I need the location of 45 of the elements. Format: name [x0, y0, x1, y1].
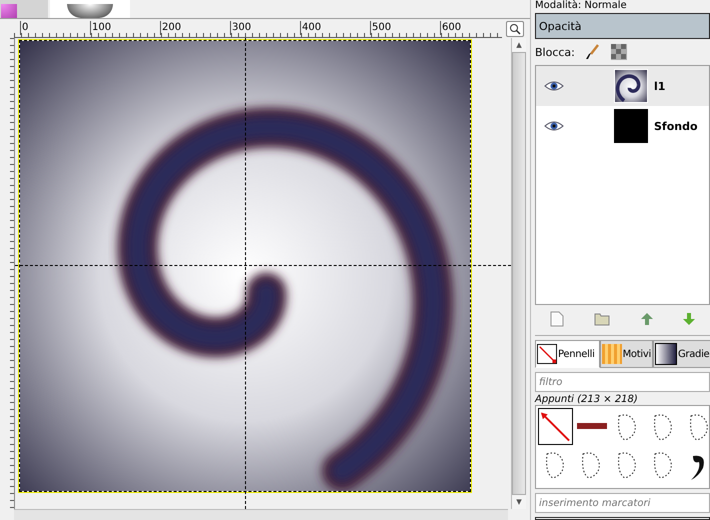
layer-name: Sfondo	[654, 120, 698, 132]
layer-name: l1	[654, 80, 666, 92]
layer-row[interactable]: Sfondo	[536, 106, 709, 146]
opacity-slider[interactable]: Opacità	[535, 13, 710, 39]
ruler-label: 600	[440, 21, 462, 35]
pattern-tab-icon	[602, 344, 622, 364]
gradient-tab-icon	[654, 343, 677, 365]
horizontal-scrollbar[interactable]	[14, 509, 508, 520]
image-tab[interactable]	[0, 0, 48, 18]
image-thumbnail	[1, 4, 17, 18]
brush-grid[interactable]	[535, 405, 710, 489]
ruler-label: 300	[230, 21, 252, 35]
scroll-up-button[interactable]: ▴	[512, 38, 526, 52]
brush-name: Appunti (213 × 218)	[535, 394, 639, 405]
folder-icon[interactable]	[594, 312, 610, 326]
lock-label: Blocca:	[535, 46, 575, 58]
horizontal-guide[interactable]	[15, 265, 511, 266]
ruler-label: 100	[90, 21, 112, 35]
dock-tab[interactable]: Pennelli	[535, 340, 600, 368]
up-arrow-icon[interactable]	[640, 313, 653, 325]
eye-icon[interactable]	[544, 80, 564, 92]
ruler-label: 500	[370, 21, 392, 35]
vertical-guide[interactable]	[245, 38, 246, 509]
mode-label: Modalità: Normale	[535, 0, 628, 12]
paintbrush-icon[interactable]	[584, 44, 601, 60]
ruler-label: 200	[160, 21, 182, 35]
brush-tab-icon	[537, 344, 557, 364]
layer-thumbnail	[614, 109, 648, 143]
filter-field[interactable]: filtro	[535, 372, 710, 392]
layer-thumbnail	[614, 69, 648, 103]
image-tab[interactable]	[50, 0, 130, 18]
ruler-label: 0	[20, 21, 28, 35]
image-thumbnail	[67, 4, 113, 18]
dock-tab[interactable]: Motivi	[600, 340, 653, 368]
tag-field[interactable]: inserimento marcatori	[535, 493, 710, 513]
ruler-label: 400	[300, 21, 322, 35]
layer-row[interactable]: l1	[536, 66, 709, 106]
checkerboard-icon[interactable]	[610, 44, 627, 60]
scroll-down-button[interactable]: ▾	[512, 495, 526, 509]
zoom-icon[interactable]	[506, 21, 524, 37]
vertical-scrollbar[interactable]: ▴ ▾	[511, 38, 526, 509]
opacity-label: Opacità	[538, 20, 582, 32]
new-page-icon[interactable]	[550, 311, 564, 327]
dock-tab[interactable]: Gradie	[652, 340, 710, 368]
eye-icon[interactable]	[544, 120, 564, 132]
